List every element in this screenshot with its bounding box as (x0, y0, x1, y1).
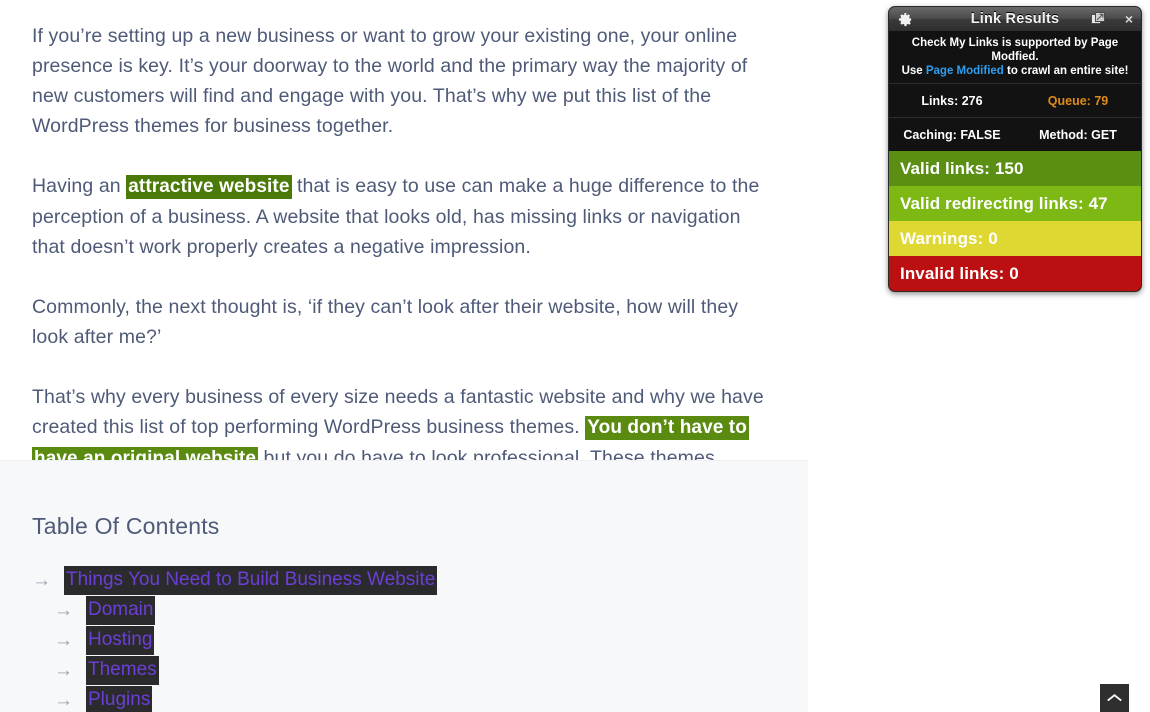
chevron-up-icon (1107, 694, 1122, 702)
paragraph-1: If you’re setting up a new business or w… (32, 21, 772, 141)
gear-icon[interactable] (898, 12, 913, 27)
toc-heading: Table Of Contents (32, 513, 220, 539)
stats-row-links: Links: 276 Queue: 79 (889, 83, 1141, 117)
toc-item-themes[interactable]: → Themes (32, 655, 772, 685)
stat-queue-count: Queue: 79 (1047, 93, 1109, 108)
link-attractive-website[interactable]: attractive website (126, 175, 292, 199)
arrow-right-icon: → (32, 569, 51, 591)
close-icon[interactable]: × (1125, 7, 1133, 32)
check-my-links-panel: Link Results × Check My Links is support… (888, 6, 1142, 292)
toc-link-hosting[interactable]: Hosting (86, 625, 155, 655)
result-warnings[interactable]: Warnings: 0 (889, 221, 1141, 256)
panel-titlebar[interactable]: Link Results × (889, 7, 1141, 32)
stat-caching: Caching: FALSE (903, 127, 1001, 142)
popout-window-icon[interactable] (1090, 11, 1106, 27)
support-note-line-2: Use Page Modified to crawl an entire sit… (895, 64, 1135, 78)
paragraph-2-text-before: Having an (32, 175, 127, 197)
toc-link-themes[interactable]: Themes (86, 655, 159, 685)
panel-stats: Links: 276 Queue: 79 Caching: FALSE Meth… (889, 83, 1141, 151)
arrow-right-icon: → (54, 689, 73, 711)
toc-item-things-you-need[interactable]: → Things You Need to Build Business Webs… (32, 565, 772, 595)
arrow-right-icon: → (54, 599, 73, 621)
toc-item-domain[interactable]: → Domain (32, 595, 772, 625)
toc-item-hosting[interactable]: → Hosting (32, 625, 772, 655)
paragraph-1-text: If you’re setting up a new business or w… (32, 25, 748, 137)
arrow-right-icon: → (54, 659, 73, 681)
toc-item-plugins[interactable]: → Plugins (32, 685, 772, 712)
stats-row-config: Caching: FALSE Method: GET (889, 117, 1141, 151)
paragraph-3: Commonly, the next thought is, ‘if they … (32, 292, 772, 352)
page-modified-link[interactable]: Page Modified (926, 65, 1004, 77)
result-valid-links[interactable]: Valid links: 150 (889, 151, 1141, 186)
stat-method: Method: GET (1039, 127, 1117, 142)
toc-link-things-you-need[interactable]: Things You Need to Build Business Websit… (64, 565, 438, 595)
result-valid-redirecting-links[interactable]: Valid redirecting links: 47 (889, 186, 1141, 221)
arrow-right-icon: → (54, 629, 73, 651)
toc-list: → Things You Need to Build Business Webs… (32, 565, 772, 712)
result-invalid-links[interactable]: Invalid links: 0 (889, 256, 1141, 291)
article-body: If you’re setting up a new business or w… (32, 0, 772, 534)
page-root: If you’re setting up a new business or w… (0, 0, 1150, 712)
toc-link-plugins[interactable]: Plugins (86, 685, 153, 712)
support-note-line-1: Check My Links is supported by Page Modf… (911, 37, 1119, 63)
support-note-prefix: Use (901, 65, 926, 77)
support-note-suffix: to crawl an entire site! (1003, 65, 1129, 77)
scroll-to-top-button[interactable] (1100, 684, 1129, 712)
paragraph-2: Having an attractive website that is eas… (32, 171, 772, 262)
paragraph-3-text: Commonly, the next thought is, ‘if they … (32, 296, 739, 348)
stat-links-count: Links: 276 (921, 93, 983, 108)
table-of-contents-panel: Table Of Contents → Things You Need to B… (0, 460, 808, 712)
toc-link-domain[interactable]: Domain (86, 595, 156, 625)
panel-support-note: Check My Links is supported by Page Modf… (889, 32, 1141, 83)
